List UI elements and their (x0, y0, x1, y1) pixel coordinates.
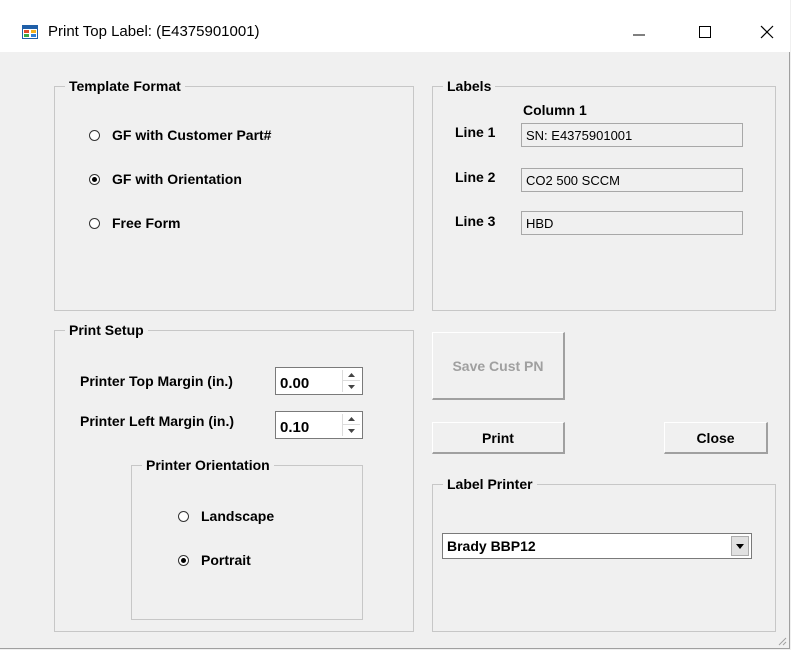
template-format-legend: Template Format (65, 77, 185, 95)
resize-grip-icon[interactable] (777, 636, 787, 646)
spin-down-button[interactable] (343, 381, 360, 392)
save-cust-pn-button[interactable]: Save Cust PN (432, 332, 565, 400)
close-button[interactable]: Close (664, 422, 768, 454)
line-3-label: Line 3 (455, 213, 496, 229)
chevron-down-icon (736, 543, 744, 549)
left-margin-spin-buttons (342, 414, 360, 436)
radio-circle (89, 129, 100, 141)
top-margin-spin-buttons (342, 370, 360, 392)
print-setup-legend: Print Setup (65, 321, 148, 339)
minimize-icon (633, 34, 645, 36)
radio-label: Portrait (201, 552, 251, 568)
radio-label: Free Form (112, 215, 181, 231)
line-1-label: Line 1 (455, 124, 496, 140)
line-3-input[interactable]: HBD (521, 211, 743, 235)
radio-landscape[interactable]: Landscape (178, 508, 274, 524)
printer-orientation-group: Printer Orientation Landscape Portrait (131, 456, 363, 620)
spin-down-button[interactable] (343, 425, 360, 436)
printer-orientation-legend: Printer Orientation (142, 456, 274, 474)
radio-portrait[interactable]: Portrait (178, 552, 251, 568)
left-margin-label: Printer Left Margin (in.) (80, 413, 234, 429)
print-top-label-window: Print Top Label: (E4375901001) Template … (0, 0, 790, 649)
radio-circle (178, 510, 189, 522)
spin-up-button[interactable] (343, 414, 360, 425)
print-button[interactable]: Print (432, 422, 565, 454)
chevron-up-icon (348, 373, 355, 377)
left-margin-stepper[interactable]: 0.10 (275, 411, 363, 439)
spin-up-button[interactable] (343, 370, 360, 381)
line-1-input[interactable]: SN: E4375901001 (521, 123, 743, 147)
title-bar[interactable]: Print Top Label: (E4375901001) (0, 0, 790, 52)
template-format-group: Template Format GF with Customer Part# G… (54, 77, 414, 311)
app-window-icon (22, 25, 38, 39)
label-printer-selected: Brady BBP12 (447, 538, 536, 554)
radio-label: GF with Customer Part# (112, 127, 272, 143)
label-printer-group: Label Printer Brady BBP12 (432, 475, 776, 632)
labels-group: Labels Column 1 Line 1 SN: E4375901001 L… (432, 77, 776, 311)
labels-legend: Labels (443, 77, 496, 95)
left-margin-value: 0.10 (280, 419, 310, 436)
chevron-down-icon (348, 428, 355, 433)
close-icon (760, 25, 774, 39)
top-margin-value: 0.00 (280, 375, 310, 392)
radio-circle-checked (178, 554, 189, 566)
window-title: Print Top Label: (E4375901001) (48, 23, 260, 40)
radio-gf-orientation[interactable]: GF with Orientation (89, 171, 242, 187)
radio-circle-checked (89, 173, 100, 185)
maximize-icon (699, 26, 711, 38)
minimize-button[interactable] (616, 14, 662, 50)
label-printer-legend: Label Printer (443, 475, 537, 493)
radio-label: GF with Orientation (112, 171, 242, 187)
top-margin-stepper[interactable]: 0.00 (275, 367, 363, 395)
chevron-up-icon (348, 417, 355, 421)
print-setup-group: Print Setup Printer Top Margin (in.) 0.0… (54, 321, 414, 632)
radio-free-form[interactable]: Free Form (89, 215, 180, 231)
chevron-down-icon (348, 384, 355, 389)
top-margin-label: Printer Top Margin (in.) (80, 373, 233, 389)
label-printer-select[interactable]: Brady BBP12 (442, 533, 752, 559)
line-2-input[interactable]: CO2 500 SCCM (521, 168, 743, 192)
column-header: Column 1 (523, 102, 587, 118)
radio-circle (89, 217, 100, 229)
radio-gf-customer-part[interactable]: GF with Customer Part# (89, 127, 271, 143)
dropdown-arrow-button[interactable] (731, 536, 749, 556)
line-2-label: Line 2 (455, 169, 496, 185)
maximize-button[interactable] (682, 14, 728, 50)
close-window-button[interactable] (744, 14, 790, 50)
radio-label: Landscape (201, 508, 275, 524)
